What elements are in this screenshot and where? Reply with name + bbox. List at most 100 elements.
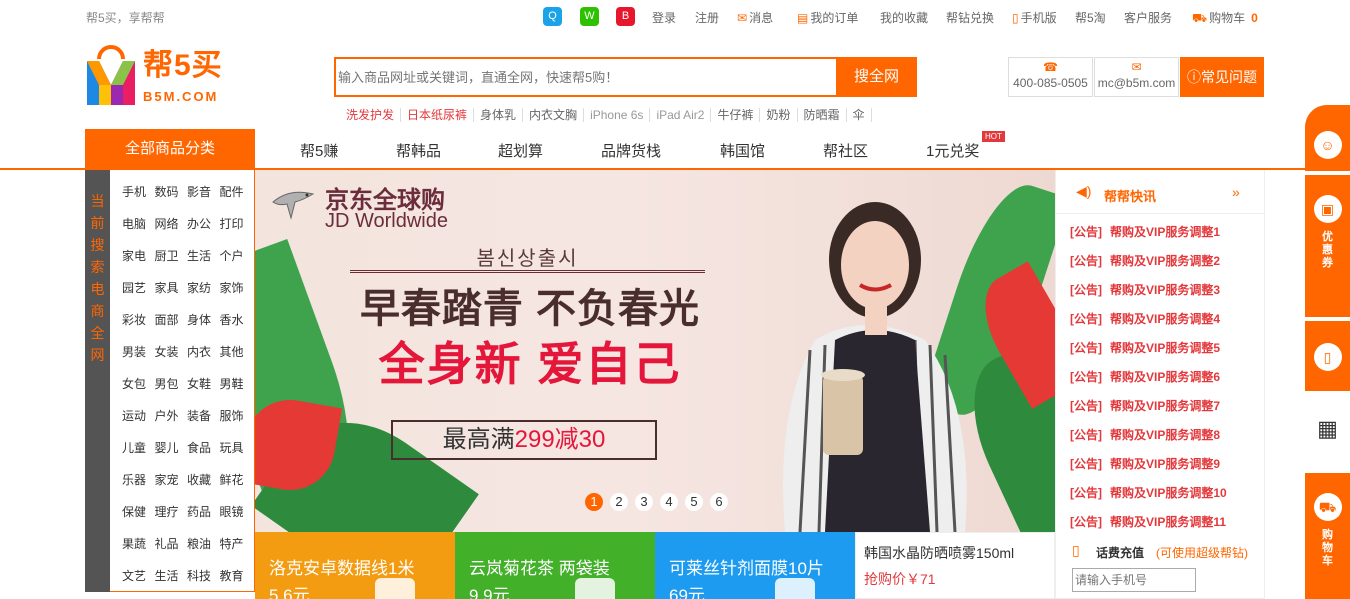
coupon-button[interactable]: ▣ 优惠券 — [1305, 175, 1350, 317]
category-link[interactable]: 保健 — [122, 503, 155, 520]
hot-word-link[interactable]: 伞 — [847, 108, 872, 122]
category-link[interactable]: 玩具 — [220, 439, 253, 456]
carousel-dot[interactable]: 1 — [585, 493, 603, 511]
news-more-link[interactable]: » — [1232, 184, 1240, 200]
news-item[interactable]: [公告] 帮购及VIP服务调整6 — [1070, 368, 1220, 385]
login-link[interactable]: 登录 — [652, 9, 676, 26]
category-link[interactable]: 鲜花 — [220, 471, 253, 488]
avatar-button[interactable]: ☺ — [1305, 105, 1350, 171]
hot-word-link[interactable]: 牛仔裤 — [711, 108, 761, 122]
nav-item-1yuan[interactable]: 1元兑奖 — [926, 140, 979, 161]
cart-link[interactable]: ⛟ 购物车 0 — [1192, 9, 1258, 27]
category-link[interactable]: 彩妆 — [122, 311, 155, 328]
carousel-dot[interactable]: 6 — [710, 493, 728, 511]
category-link[interactable]: 理疗 — [155, 503, 188, 520]
category-link[interactable]: 面部 — [155, 311, 188, 328]
email-box[interactable]: ✉ mc@b5m.com — [1094, 57, 1179, 97]
qr-button[interactable]: ▦ — [1305, 395, 1350, 469]
product-card[interactable]: 洛克安卓数据线1米 5.6元 — [255, 532, 455, 599]
category-link[interactable]: 身体 — [187, 311, 220, 328]
product-card[interactable]: 云岚菊花茶 两袋装 9.9元 — [455, 532, 655, 599]
nav-item-banghanpin[interactable]: 帮韩品 — [396, 140, 441, 161]
category-link[interactable]: 装备 — [187, 407, 220, 424]
carousel-dot[interactable]: 5 — [685, 493, 703, 511]
category-link[interactable]: 生活 — [187, 247, 220, 264]
category-link[interactable]: 运动 — [122, 407, 155, 424]
hot-word-link[interactable]: 防晒霜 — [798, 108, 847, 122]
category-link[interactable]: 女包 — [122, 375, 155, 392]
news-item[interactable]: [公告] 帮购及VIP服务调整10 — [1070, 484, 1227, 501]
category-link[interactable]: 粮油 — [187, 535, 220, 552]
mobile-link[interactable]: ▯ 手机版 — [1012, 9, 1057, 26]
category-link[interactable]: 厨卫 — [155, 247, 188, 264]
category-link[interactable]: 办公 — [187, 215, 220, 232]
hot-word-link[interactable]: 内衣文胸 — [523, 108, 585, 122]
hot-word-link[interactable]: 身体乳 — [474, 108, 524, 122]
category-link[interactable]: 家具 — [155, 279, 188, 296]
cart-float-button[interactable]: ⛟ 购物车 — [1305, 473, 1350, 599]
category-link[interactable]: 食品 — [187, 439, 220, 456]
category-link[interactable]: 女鞋 — [187, 375, 220, 392]
diamond-exchange-link[interactable]: 帮钻兑换 — [946, 9, 994, 26]
phone-number-input[interactable] — [1073, 569, 1195, 591]
nav-item-chaohuasuan[interactable]: 超划算 — [498, 140, 543, 161]
category-link[interactable]: 服饰 — [220, 407, 253, 424]
category-link[interactable]: 男装 — [122, 343, 155, 360]
category-link[interactable]: 户外 — [155, 407, 188, 424]
news-item[interactable]: [公告] 帮购及VIP服务调整2 — [1070, 252, 1220, 269]
category-link[interactable]: 药品 — [187, 503, 220, 520]
hot-word-link[interactable]: 日本纸尿裤 — [401, 108, 475, 122]
search-input[interactable] — [336, 59, 836, 95]
category-link[interactable]: 家电 — [122, 247, 155, 264]
service-link[interactable]: 客户服务 — [1124, 9, 1172, 26]
product-card[interactable]: 韩国水晶防晒喷雾150ml 抢购价￥71 — [855, 532, 1055, 599]
news-item[interactable]: [公告] 帮购及VIP服务调整1 — [1070, 223, 1220, 240]
hero-banner[interactable]: 京东全球购 JD Worldwide 봄신상출시 早春踏青 不负春光 全身新 爱… — [255, 170, 1055, 532]
category-link[interactable]: 手机 — [122, 183, 155, 200]
category-link[interactable]: 礼品 — [155, 535, 188, 552]
faq-button[interactable]: ⓘ常见问题 — [1180, 57, 1264, 97]
category-link[interactable]: 生活 — [155, 567, 188, 584]
register-link[interactable]: 注册 — [695, 9, 719, 26]
nav-item-bang5zhuan[interactable]: 帮5赚 — [300, 140, 338, 161]
wechat-icon[interactable]: W — [580, 7, 599, 26]
carousel-dot[interactable]: 3 — [635, 493, 653, 511]
news-item[interactable]: [公告] 帮购及VIP服务调整9 — [1070, 455, 1220, 472]
category-link[interactable]: 科技 — [187, 567, 220, 584]
weibo-icon[interactable]: B — [616, 7, 635, 26]
hot-word-link[interactable]: 洗发护发 — [340, 108, 402, 122]
nav-item-community[interactable]: 帮社区 — [823, 140, 868, 161]
news-item[interactable]: [公告] 帮购及VIP服务调整7 — [1070, 397, 1220, 414]
category-link[interactable]: 香水 — [220, 311, 253, 328]
category-link[interactable]: 特产 — [220, 535, 253, 552]
category-link[interactable]: 园艺 — [122, 279, 155, 296]
category-link[interactable]: 电脑 — [122, 215, 155, 232]
category-link[interactable]: 影音 — [187, 183, 220, 200]
category-link[interactable]: 网络 — [155, 215, 188, 232]
hot-word-link[interactable]: iPhone 6s — [584, 108, 651, 122]
search-button[interactable]: 搜全网 — [836, 57, 917, 97]
favorites-link[interactable]: 我的收藏 — [880, 9, 928, 26]
news-item[interactable]: [公告] 帮购及VIP服务调整4 — [1070, 310, 1220, 327]
category-link[interactable]: 内衣 — [187, 343, 220, 360]
category-link[interactable]: 婴儿 — [155, 439, 188, 456]
category-link[interactable]: 男鞋 — [220, 375, 253, 392]
site-logo[interactable]: 帮5买 B5M.COM — [85, 45, 235, 105]
category-link[interactable]: 文艺 — [122, 567, 155, 584]
messages-link[interactable]: ✉ 消息 — [737, 9, 773, 26]
category-link[interactable]: 家宠 — [155, 471, 188, 488]
qq-icon[interactable]: Q — [543, 7, 562, 26]
tao-link[interactable]: 帮5淘 — [1075, 9, 1106, 26]
news-item[interactable]: [公告] 帮购及VIP服务调整8 — [1070, 426, 1220, 443]
category-link[interactable]: 打印 — [220, 215, 253, 232]
category-link[interactable]: 教育 — [220, 567, 253, 584]
category-link[interactable]: 眼镜 — [220, 503, 253, 520]
category-link[interactable]: 男包 — [155, 375, 188, 392]
news-item[interactable]: [公告] 帮购及VIP服务调整3 — [1070, 281, 1220, 298]
category-link[interactable]: 女装 — [155, 343, 188, 360]
mobile-button[interactable]: ▯ — [1305, 321, 1350, 391]
category-link[interactable]: 其他 — [220, 343, 253, 360]
product-card[interactable]: 可莱丝针剂面膜10片 69元 — [655, 532, 855, 599]
carousel-dot[interactable]: 2 — [610, 493, 628, 511]
category-link[interactable]: 数码 — [155, 183, 188, 200]
